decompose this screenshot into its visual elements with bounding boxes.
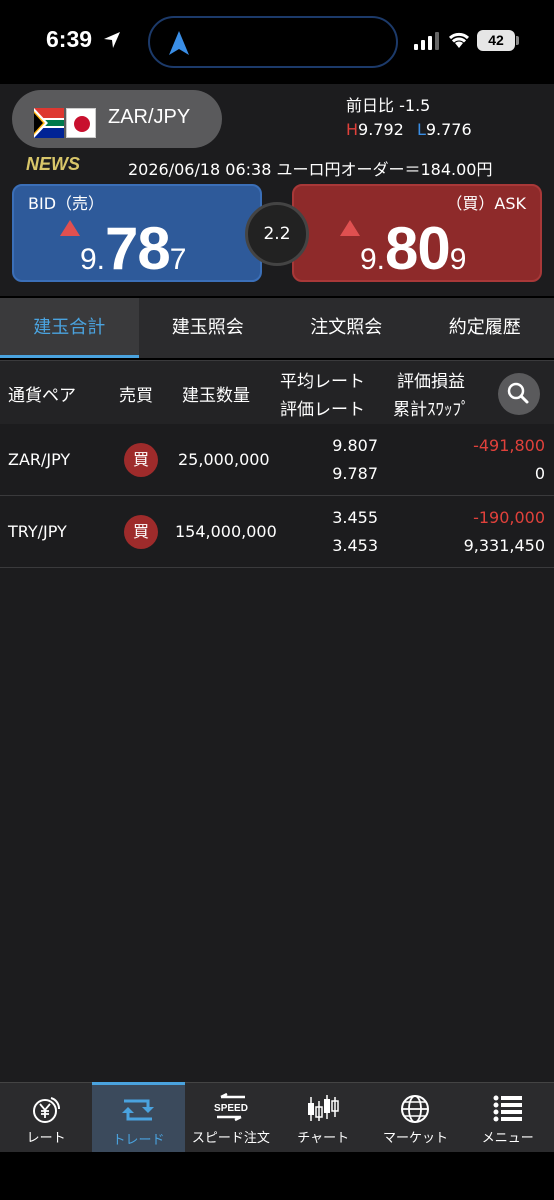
row-eval-rate: 3.453	[332, 536, 378, 555]
pair-label: ZAR/JPY	[108, 106, 191, 128]
svg-text:SPEED: SPEED	[214, 1103, 248, 1114]
row-qty: 154,000,000	[175, 522, 277, 541]
nav-speed-order-label: スピード注文	[191, 1131, 270, 1146]
battery-tip	[516, 36, 519, 45]
nav-rate[interactable]: レート	[0, 1083, 92, 1152]
nav-menu[interactable]: メニュー	[462, 1083, 554, 1152]
nav-rate-label: レート	[26, 1131, 66, 1146]
globe-icon	[401, 1095, 430, 1123]
up-triangle-icon	[60, 220, 80, 236]
wifi-icon	[448, 32, 470, 48]
cellular-signal-icon	[414, 32, 439, 50]
navigation-arrow-icon	[169, 31, 189, 55]
high-value: 9.792	[358, 120, 404, 139]
day-change: 前日比 -1.5	[346, 96, 431, 115]
south-africa-flag-icon	[34, 108, 64, 138]
table-header: 通貨ペア 売買 建玉数量 平均レート 評価レート 評価損益 累計ｽﾜｯﾌﾟ	[0, 360, 554, 424]
bottom-nav: レート トレード SPEED スピード注文 チャート マーケット メニュー	[0, 1082, 554, 1152]
tab-position-inquiry[interactable]: 建玉照会	[139, 298, 278, 358]
high-label: H	[346, 120, 359, 139]
up-triangle-icon	[340, 220, 360, 236]
row-avg-rate: 3.455	[332, 508, 378, 527]
nav-market-label: マーケット	[382, 1131, 448, 1146]
row-swap: 0	[534, 464, 545, 483]
bid-button[interactable]: BID（売） 9.787	[12, 184, 262, 282]
battery-icon: 42	[477, 30, 515, 51]
tab-position-total[interactable]: 建玉合計	[0, 298, 139, 358]
rate-header: ZAR/JPY 前日比 -1.5 H9.792 L9.776 NEWS 2026…	[0, 84, 554, 296]
status-bar: 6:39 42	[0, 0, 554, 84]
dynamic-island	[148, 16, 398, 68]
row-pl: -491,800	[473, 436, 545, 455]
nav-chart[interactable]: チャート	[277, 1083, 369, 1152]
buy-badge: 買	[124, 515, 158, 549]
low-value: 9.776	[425, 120, 472, 139]
buy-badge: 買	[124, 443, 158, 477]
japan-flag-icon	[66, 108, 96, 138]
nav-menu-label: メニュー	[481, 1131, 534, 1146]
position-tabs: 建玉合計 建玉照会 注文照会 約定履歴	[0, 298, 554, 358]
col-eval-rate: 評価レート	[280, 400, 365, 420]
currency-pair-selector[interactable]: ZAR/JPY	[12, 90, 222, 148]
col-pl: 評価損益	[397, 372, 465, 392]
empty-list-area	[0, 568, 554, 1082]
location-arrow-icon	[104, 32, 120, 48]
home-indicator-area	[0, 1152, 554, 1200]
tab-order-inquiry[interactable]: 注文照会	[277, 298, 416, 358]
high-low: H9.792 L9.776	[346, 120, 472, 139]
ask-price: 9.809	[360, 215, 467, 282]
row-qty: 25,000,000	[178, 450, 270, 469]
trade-arrows-icon	[122, 1099, 155, 1121]
col-pair: 通貨ペア	[8, 386, 76, 406]
row-pair: ZAR/JPY	[8, 450, 71, 469]
search-button[interactable]	[498, 373, 540, 415]
news-tag[interactable]: NEWS	[26, 154, 80, 175]
row-avg-rate: 9.807	[332, 436, 378, 455]
ask-label: （買）ASK	[446, 194, 526, 213]
nav-speed-order[interactable]: SPEED スピード注文	[185, 1083, 277, 1152]
spread-badge: 2.2	[245, 202, 309, 266]
ask-button[interactable]: （買）ASK 9.809	[292, 184, 542, 282]
col-swap: 累計ｽﾜｯﾌﾟ	[393, 400, 470, 420]
search-icon	[507, 382, 529, 404]
news-ticker[interactable]: 2026/06/18 06:38 ユーロ円オーダー＝184.00円	[128, 156, 493, 180]
status-time: 6:39	[46, 26, 93, 52]
menu-list-icon	[493, 1095, 522, 1122]
col-avg-rate: 平均レート	[280, 372, 365, 392]
col-qty: 建玉数量	[182, 386, 250, 406]
bid-label: BID（売）	[28, 194, 105, 213]
bid-price: 9.787	[80, 215, 187, 282]
speed-order-icon: SPEED	[214, 1093, 248, 1122]
nav-trade-label: トレード	[112, 1133, 165, 1148]
table-row[interactable]: ZAR/JPY 買 25,000,000 9.807 9.787 -491,80…	[0, 424, 554, 496]
row-pair: TRY/JPY	[8, 522, 67, 541]
row-swap: 9,331,450	[463, 536, 545, 555]
col-side: 売買	[119, 386, 153, 406]
nav-chart-label: チャート	[297, 1131, 350, 1146]
row-eval-rate: 9.787	[332, 464, 378, 483]
table-row[interactable]: TRY/JPY 買 154,000,000 3.455 3.453 -190,0…	[0, 496, 554, 568]
nav-trade[interactable]: トレード	[92, 1082, 185, 1152]
nav-market[interactable]: マーケット	[369, 1083, 461, 1152]
candlestick-chart-icon	[308, 1095, 339, 1121]
tab-execution-history[interactable]: 約定履歴	[416, 298, 554, 358]
yen-rate-icon	[33, 1097, 61, 1123]
low-label: L	[416, 120, 426, 139]
row-pl: -190,000	[473, 508, 545, 527]
